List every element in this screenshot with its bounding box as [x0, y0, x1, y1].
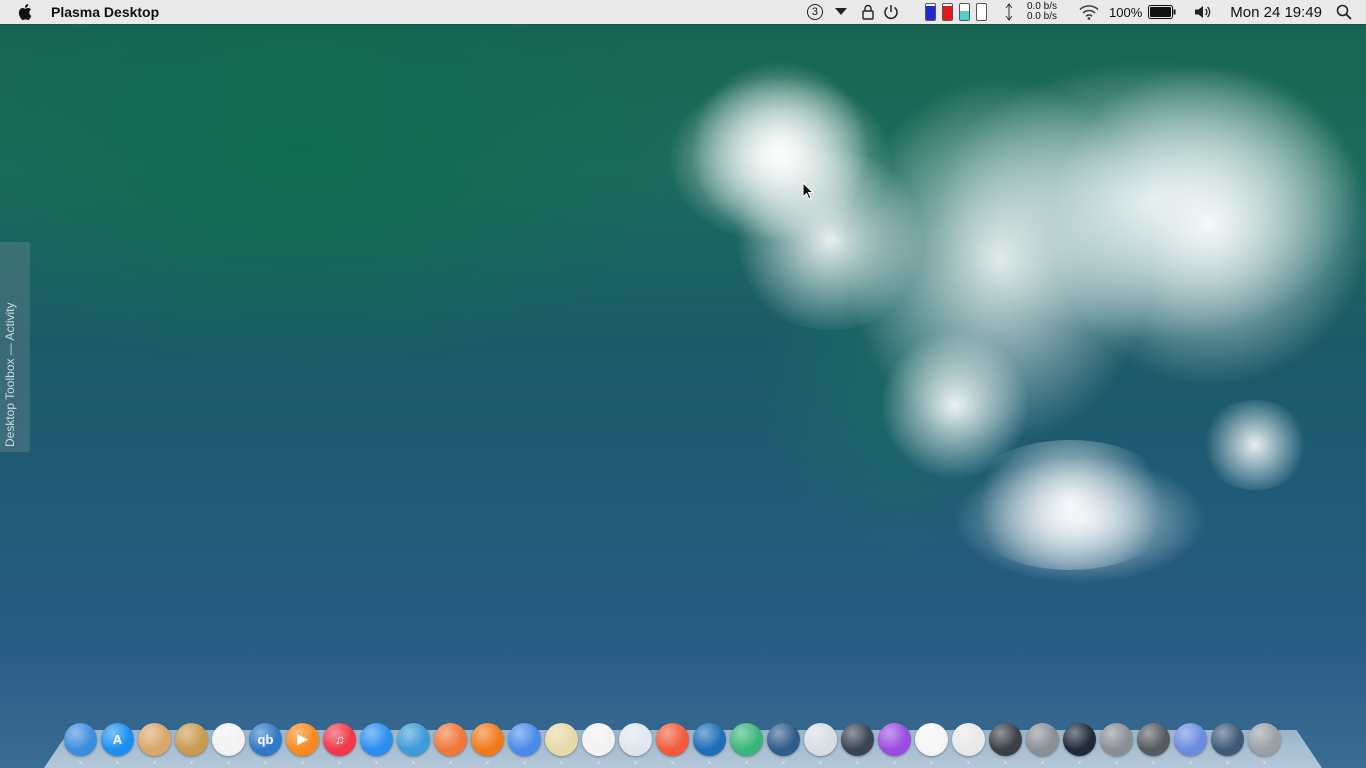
dock-screen-share-icon[interactable] [1211, 722, 1244, 764]
dock-running-indicator [338, 760, 341, 764]
cpu-monitor-bar [924, 3, 936, 21]
battery-icon[interactable] [1148, 5, 1176, 19]
disk-monitor-bar [975, 3, 987, 21]
dock-running-indicator [1152, 760, 1155, 764]
dock-app-store-glyph: A [112, 731, 123, 747]
notification-count-badge[interactable]: 3 [806, 4, 823, 20]
clock[interactable]: Mon 24 19:49 [1230, 4, 1322, 21]
dock-trash-icon[interactable] [1137, 722, 1170, 764]
dock-running-indicator [634, 760, 637, 764]
dock-running-indicator [412, 760, 415, 764]
apple-menu-icon[interactable] [18, 4, 32, 20]
dock-running-indicator [708, 760, 711, 764]
dock-photos-icon[interactable] [915, 722, 948, 764]
network-speed[interactable]: 0.0 b/s 0.0 b/s [1027, 2, 1057, 22]
top-menubar: Plasma Desktop 3 0.0 b/s 0.0 b/s 100% Mo… [0, 0, 1366, 24]
dock-running-indicator [1004, 760, 1007, 764]
dock-running-indicator [1078, 760, 1081, 764]
dock-running-indicator [227, 760, 230, 764]
chevron-down-icon[interactable] [834, 8, 847, 16]
dock-running-indicator [782, 760, 785, 764]
dock-running-indicator [264, 760, 267, 764]
dock-scanner-icon[interactable] [619, 722, 652, 764]
swap-monitor-bar [958, 3, 970, 21]
wifi-icon[interactable] [1079, 4, 1099, 20]
active-app-title[interactable]: Plasma Desktop [51, 4, 159, 20]
dock-music-icon[interactable]: ♫ [323, 722, 356, 764]
memory-monitor-bar [941, 3, 953, 21]
dock-chrome-icon[interactable] [508, 722, 541, 764]
dock-running-indicator [893, 760, 896, 764]
dock-running-indicator [671, 760, 674, 764]
dock-running-indicator [375, 760, 378, 764]
dock-settings-b-icon[interactable] [1100, 722, 1133, 764]
dock-kdeconnect-icon[interactable] [767, 722, 800, 764]
dock-messenger-icon[interactable] [360, 722, 393, 764]
dock-firefox-icon[interactable] [471, 722, 504, 764]
dock-qbittorrent-icon[interactable]: qb [249, 722, 282, 764]
volume-icon[interactable] [1194, 4, 1212, 20]
dock-media-player-icon[interactable]: ▶ [286, 722, 319, 764]
dock-disk-usage-icon[interactable] [952, 722, 985, 764]
dock-running-indicator [1115, 760, 1118, 764]
system-tray: 3 0.0 b/s 0.0 b/s 100% Mon 24 19:49 [806, 0, 1366, 24]
dock-lens-app-icon[interactable] [841, 722, 874, 764]
dock-running-indicator [967, 760, 970, 764]
dock-running-indicator [1226, 760, 1229, 764]
dock-system-preferences-icon[interactable] [1248, 722, 1281, 764]
dock-atom-icon[interactable] [730, 722, 763, 764]
lock-icon[interactable] [861, 4, 875, 20]
dock-running-indicator [523, 760, 526, 764]
dock-phone-icon[interactable] [212, 722, 245, 764]
desktop-toolbox-label: Desktop Toolbox — Activity [3, 302, 17, 447]
dock-running-indicator [745, 760, 748, 764]
dock-qbittorrent-glyph: qb [257, 731, 274, 747]
dock-webcam-icon[interactable] [804, 722, 837, 764]
dock-running-indicator [301, 760, 304, 764]
dock-charts-icon[interactable] [582, 722, 615, 764]
battery-percentage[interactable]: 100% [1109, 5, 1142, 20]
dock-folder-blue-icon[interactable] [1174, 722, 1207, 764]
mouse-cursor-icon [802, 181, 815, 205]
dock-notes-icon[interactable] [138, 722, 171, 764]
dock-running-indicator [856, 760, 859, 764]
dock-running-indicator [116, 760, 119, 764]
dock-telegram-icon[interactable] [397, 722, 430, 764]
dock-running-indicator [1189, 760, 1192, 764]
dock: Aqb ▶ ♫ [64, 719, 1285, 764]
dock-running-indicator [930, 760, 933, 764]
desktop-toolbox[interactable]: Desktop Toolbox — Activity [0, 242, 30, 452]
dock-running-indicator [597, 760, 600, 764]
search-icon[interactable] [1336, 4, 1352, 20]
dock-terminal-icon[interactable] [989, 722, 1022, 764]
dock-running-indicator [153, 760, 156, 764]
dock-finder-icon[interactable] [64, 722, 97, 764]
power-icon[interactable] [883, 4, 899, 20]
dock-running-indicator [190, 760, 193, 764]
network-arrows-icon [1005, 3, 1013, 21]
dock-running-indicator [449, 760, 452, 764]
dock-music-glyph: ♫ [334, 731, 345, 747]
dock-running-indicator [79, 760, 82, 764]
dock-running-indicator [486, 760, 489, 764]
dock-paint-icon[interactable] [878, 722, 911, 764]
desktop-wallpaper [0, 0, 1366, 768]
system-monitor[interactable] [924, 3, 987, 21]
dock-running-indicator [560, 760, 563, 764]
download-speed: 0.0 b/s [1026, 11, 1057, 22]
dock-settings-a-icon[interactable] [1026, 722, 1059, 764]
dock-media-player-glyph: ▶ [297, 731, 308, 746]
dock-vscode-icon[interactable] [693, 722, 726, 764]
dock-contacts-icon[interactable] [175, 722, 208, 764]
dock-image-viewer-icon[interactable] [545, 722, 578, 764]
dock-running-indicator [1263, 760, 1266, 764]
dock-rss-reader-icon[interactable] [434, 722, 467, 764]
dock-running-indicator [1041, 760, 1044, 764]
dock-app-store-icon[interactable]: A [101, 722, 134, 764]
dock-running-indicator [819, 760, 822, 764]
dock-pen-app-icon[interactable] [656, 722, 689, 764]
dock-speedometer-icon[interactable] [1063, 722, 1096, 764]
